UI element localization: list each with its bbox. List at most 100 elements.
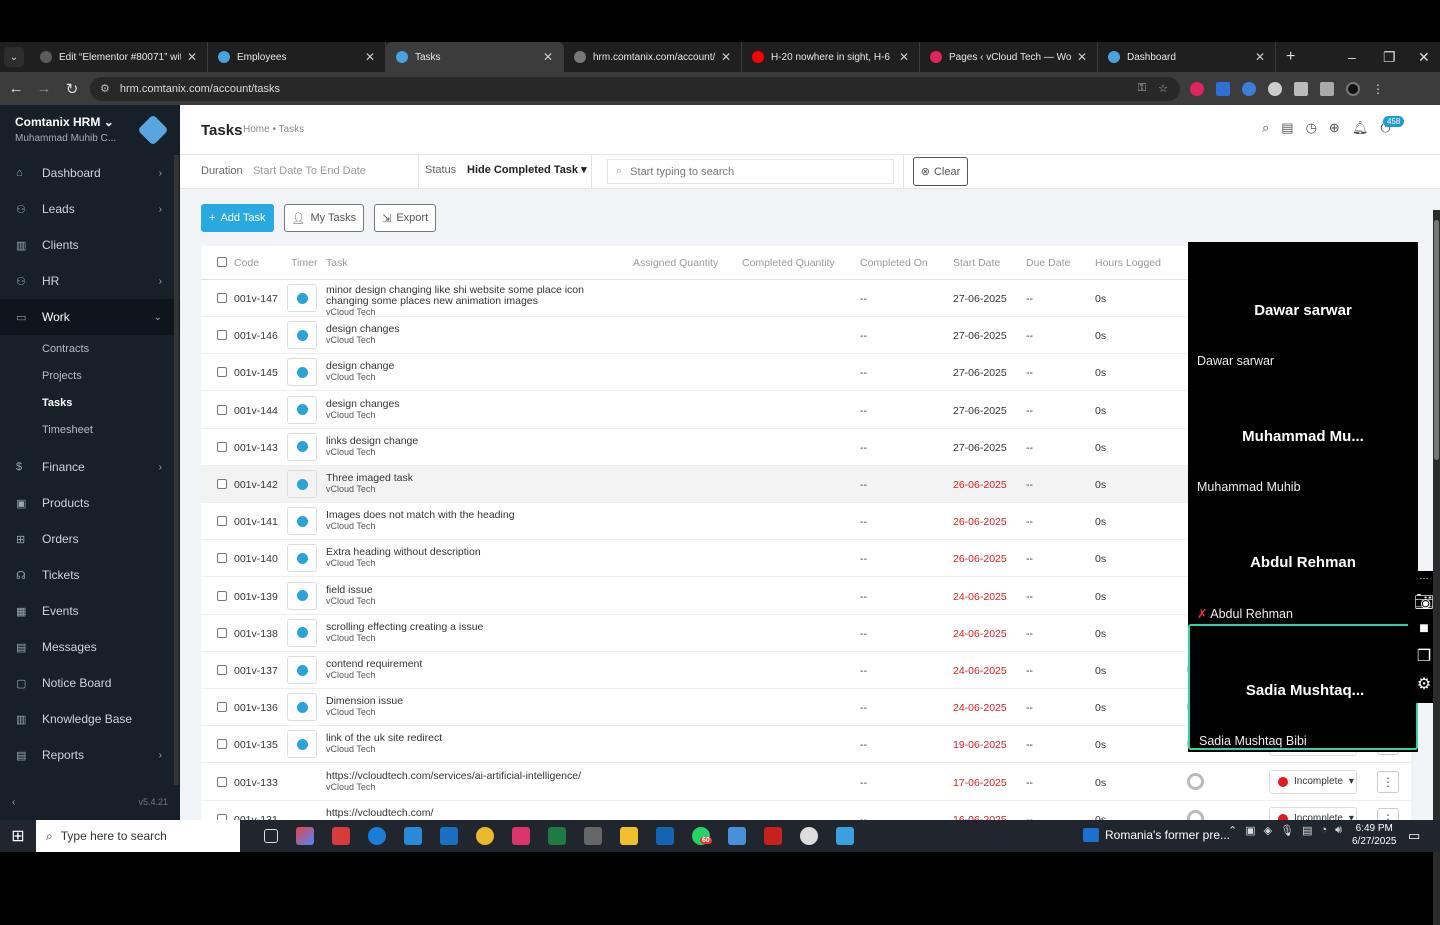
start-timer-button[interactable] xyxy=(287,507,317,536)
start-timer-button[interactable] xyxy=(287,730,317,759)
extension-globe-icon[interactable] xyxy=(1268,81,1282,96)
url-field[interactable]: ⚙ hrm.comtanix.com/account/tasks ⚿ ☆ xyxy=(90,76,1180,101)
sticky-notes-icon[interactable]: ▤ xyxy=(1281,120,1293,136)
sidebar-item-finance[interactable]: $ Finance › xyxy=(0,449,180,485)
call-options-icon[interactable]: ⋯ xyxy=(1420,573,1429,584)
site-info-icon[interactable]: ⚙ xyxy=(100,82,110,95)
forward-icon[interactable]: → xyxy=(32,80,56,97)
start-timer-button[interactable] xyxy=(287,284,317,312)
instagram-icon[interactable] xyxy=(512,827,530,845)
task-name[interactable]: Images does not match with the heading vC… xyxy=(326,510,515,532)
chevron-up-icon[interactable]: ⌃ xyxy=(1228,824,1237,837)
sidebar-subitem-tasks[interactable]: Tasks xyxy=(0,389,180,416)
call-participant-tile[interactable]: Sadia Mushtaq... Sadia Mushtaq Bibi xyxy=(1188,624,1418,750)
status-select[interactable]: Hide Completed Task ▾ xyxy=(467,163,587,176)
minimize-icon[interactable]: – xyxy=(1348,42,1356,72)
export-button[interactable]: ⇲ Export xyxy=(374,204,437,232)
browser-tab[interactable]: H-20 nowhere in sight, H-6 ✕ xyxy=(742,42,920,72)
extensions-puzzle-icon[interactable] xyxy=(1294,81,1308,96)
start-timer-button[interactable] xyxy=(287,470,317,498)
task-name[interactable]: Dimension issue vCloud Tech xyxy=(326,696,403,718)
zoho-icon[interactable] xyxy=(332,827,350,845)
task-name[interactable]: design changes vCloud Tech xyxy=(326,324,400,346)
tab-close-icon[interactable]: ✕ xyxy=(721,50,731,64)
media-control-icon[interactable] xyxy=(1320,81,1334,96)
task-code[interactable]: 001v-135 xyxy=(234,739,278,751)
taskbar-search[interactable]: ⌕ Type here to search xyxy=(36,820,240,852)
row-checkbox[interactable] xyxy=(217,627,227,638)
sidebar-subitem-contracts[interactable]: Contracts xyxy=(0,335,180,362)
task-name[interactable]: design change vCloud Tech xyxy=(326,361,394,383)
row-checkbox[interactable] xyxy=(217,590,227,601)
tab-close-icon[interactable]: ✕ xyxy=(899,50,909,64)
sidebar-item-orders[interactable]: ⊞ Orders xyxy=(0,521,180,557)
browser-tab[interactable]: Pages ‹ vCloud Tech — WordPr ✕ xyxy=(920,42,1098,72)
task-name[interactable]: design changes vCloud Tech xyxy=(326,398,400,421)
add-icon[interactable]: ⊕ xyxy=(1329,120,1340,136)
edge-icon[interactable] xyxy=(368,827,386,845)
column-header-task[interactable]: Task xyxy=(326,257,348,269)
row-checkbox[interactable] xyxy=(217,441,227,452)
tray-app-icon[interactable]: ▣ xyxy=(1245,824,1255,837)
volume-icon[interactable]: 🔊︎ xyxy=(1335,824,1342,837)
tab-close-icon[interactable]: ✕ xyxy=(1255,50,1265,64)
call-participant-tile[interactable]: Dawar sarwar Dawar sarwar xyxy=(1188,246,1418,372)
copilot-icon[interactable] xyxy=(296,827,314,845)
task-name[interactable]: minor design changing like shi website s… xyxy=(326,285,626,318)
settings-gear-icon[interactable]: ⚙ xyxy=(1417,674,1431,694)
task-code[interactable]: 001v-133 xyxy=(234,777,278,789)
reload-icon[interactable]: ↻ xyxy=(60,80,84,98)
search-icon[interactable]: ⌕ xyxy=(1262,120,1269,136)
column-header-timer[interactable]: Timer xyxy=(291,257,317,269)
sidebar-item-notice-board[interactable]: ▢ Notice Board xyxy=(0,665,180,701)
sidebar-item-dashboard[interactable]: ⌂ Dashboard › xyxy=(0,155,180,191)
browser-tab[interactable]: Dashboard ✕ xyxy=(1098,42,1276,72)
task-code[interactable]: 001v-140 xyxy=(234,553,278,565)
column-header-assigned-quantity[interactable]: Assigned Quantity xyxy=(633,257,718,269)
sidebar-subitem-timesheet[interactable]: Timesheet xyxy=(0,416,180,443)
row-checkbox[interactable] xyxy=(217,330,227,341)
page-scrollbar[interactable] xyxy=(1433,210,1440,925)
tab-close-icon[interactable]: ✕ xyxy=(187,50,197,64)
start-timer-button[interactable] xyxy=(287,358,317,387)
sidebar-item-events[interactable]: ▦ Events xyxy=(0,593,180,629)
back-icon[interactable]: ← xyxy=(4,80,28,97)
task-name[interactable]: Three imaged task vCloud Tech xyxy=(326,473,413,495)
task-name[interactable]: link of the uk site redirect vCloud Tech xyxy=(326,733,442,755)
task-name[interactable]: contend requirement vCloud Tech xyxy=(326,659,422,681)
task-code[interactable]: 001v-136 xyxy=(234,702,278,714)
extension-red-icon[interactable] xyxy=(1190,81,1204,96)
call-participant-tile[interactable]: Muhammad Mu... Muhammad Muhib xyxy=(1188,372,1418,498)
start-timer-button[interactable] xyxy=(287,693,317,722)
sidebar-item-clients[interactable]: ▥ Clients xyxy=(0,227,180,263)
task-name[interactable]: scrolling effecting creating a issue vClo… xyxy=(326,621,483,644)
assigned-members[interactable] xyxy=(1187,772,1204,790)
start-timer-button[interactable] xyxy=(287,544,317,573)
row-checkbox[interactable] xyxy=(217,739,227,750)
extension-cloud-icon[interactable] xyxy=(1242,81,1256,96)
sidebar-scrollbar[interactable] xyxy=(174,155,179,785)
browser-tab[interactable]: Employees ✕ xyxy=(208,42,386,72)
browser-tab[interactable]: hrm.comtanix.com/account/ta ✕ xyxy=(564,42,742,72)
start-timer-button[interactable] xyxy=(287,432,317,461)
row-checkbox[interactable] xyxy=(217,702,227,713)
column-header-hours-logged[interactable]: Hours Logged xyxy=(1095,257,1161,269)
start-timer-button[interactable] xyxy=(287,395,317,424)
task-code[interactable]: 001v-147 xyxy=(234,293,278,305)
task-code[interactable]: 001v-146 xyxy=(234,330,278,342)
column-header-completed-quantity[interactable]: Completed Quantity xyxy=(742,257,835,269)
close-window-icon[interactable]: ✕ xyxy=(1418,42,1430,72)
collapse-sidebar-icon[interactable]: ‹ xyxy=(12,797,15,808)
sidebar-item-work[interactable]: ▭ Work ⌄ xyxy=(0,299,180,335)
column-header-due-date[interactable]: Due Date xyxy=(1026,257,1070,269)
taskbar-clock[interactable]: 6:49 PM 6/27/2025 xyxy=(1352,822,1397,848)
vscode-icon[interactable] xyxy=(404,827,422,845)
sidebar-item-messages[interactable]: ▤ Messages xyxy=(0,629,180,665)
task-code[interactable]: 001v-143 xyxy=(234,442,278,454)
column-header-code[interactable]: Code xyxy=(234,257,259,269)
file-explorer-icon[interactable] xyxy=(620,827,638,845)
start-timer-button[interactable] xyxy=(287,321,317,350)
column-header-start-date[interactable]: Start Date xyxy=(953,257,1000,269)
add-task-button[interactable]: + Add Task xyxy=(201,204,274,232)
sidebar-item-leads[interactable]: ⚇ Leads › xyxy=(0,191,180,227)
